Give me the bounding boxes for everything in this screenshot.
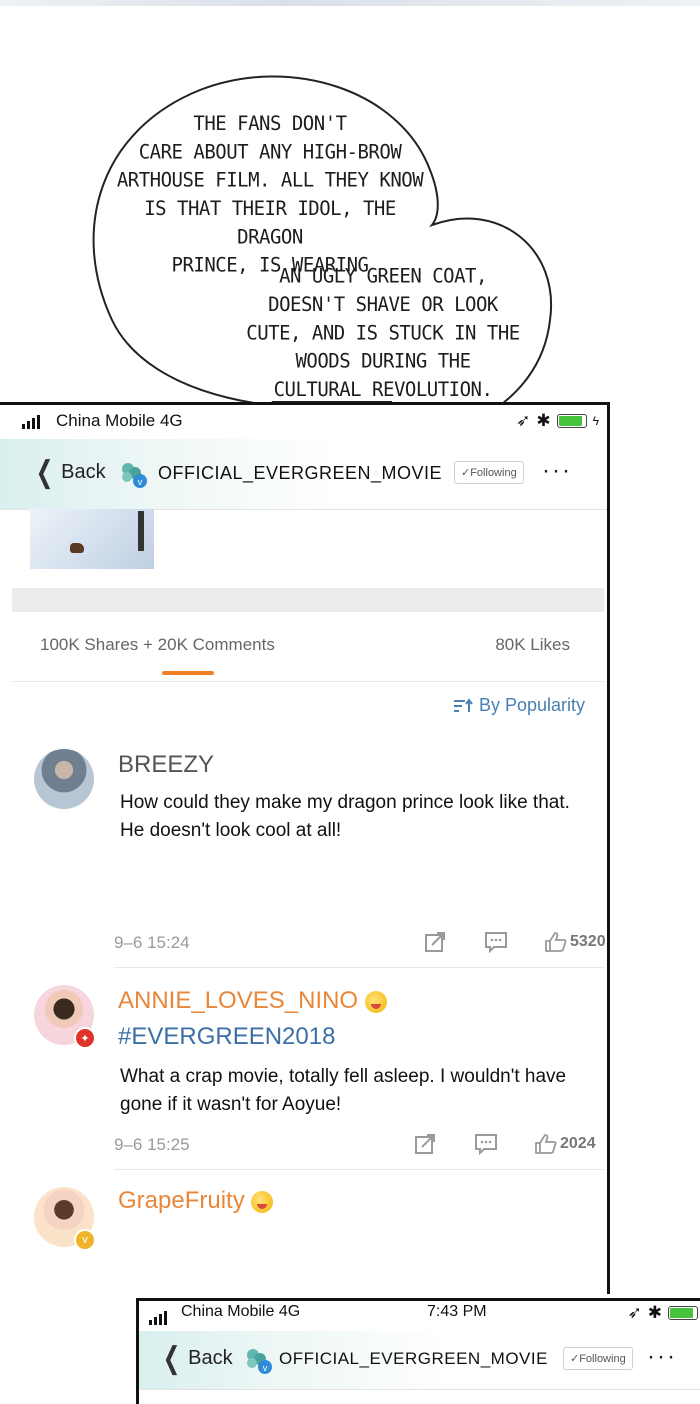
back-label: Back: [61, 461, 106, 483]
thumbs-up-icon: [535, 1134, 557, 1154]
account-logo-icon: v: [122, 463, 147, 488]
like-button[interactable]: 2024: [534, 1133, 596, 1155]
carrier-label: China Mobile 4G: [56, 411, 183, 430]
carrier-label: China Mobile 4G: [181, 1303, 301, 1320]
emoji-icon: [251, 1190, 274, 1213]
account-name[interactable]: OFFICIAL_EVERGREEN_MOVIE: [158, 463, 442, 484]
like-button[interactable]: 5320: [544, 931, 606, 953]
comment-username[interactable]: BREEZY: [118, 751, 214, 779]
svg-text:v: v: [263, 1363, 268, 1373]
comment-text: How could they make my dragon prince loo…: [120, 792, 570, 841]
account-logo-icon: v: [247, 1349, 272, 1374]
clock: 7:43 PM: [427, 1303, 487, 1320]
chevron-left-icon: ❮: [162, 1341, 181, 1375]
divider: [12, 681, 604, 682]
location-arrow-icon: ➶: [627, 1303, 642, 1322]
comment-username-text: GrapeFruity: [118, 1187, 245, 1214]
bubble-text-part-1: THE FANS DON'T CARE ABOUT ANY HIGH-BROW …: [116, 112, 424, 277]
like-count: 5320: [570, 933, 606, 950]
tree-figure: [138, 511, 144, 551]
back-label: Back: [188, 1347, 233, 1369]
likes-tab[interactable]: 80K Likes: [495, 635, 570, 655]
bluetooth-icon: ✱: [647, 1303, 662, 1322]
emoji-icon: [364, 990, 387, 1013]
post-image-thumbnail[interactable]: [30, 509, 154, 569]
active-tab-indicator: [162, 671, 214, 675]
share-icon[interactable]: [424, 931, 446, 953]
comment-username-text: ANNIE_LOVES_NINO: [118, 987, 359, 1014]
shares-comments-tab[interactable]: 100K Shares + 20K Comments: [40, 635, 275, 655]
share-icon[interactable]: [414, 1133, 436, 1155]
comment-time: 9–6 15:24: [114, 933, 190, 952]
more-menu-button[interactable]: ···: [542, 457, 572, 485]
account-name[interactable]: OFFICIAL_EVERGREEN_MOVIE: [279, 1349, 548, 1369]
thumbs-up-icon: [545, 932, 567, 952]
verified-badge-icon: v: [74, 1229, 96, 1251]
bear-figure: [70, 543, 84, 553]
hashtag-link[interactable]: #EVERGREEN2018: [118, 1023, 335, 1051]
nav-bar: ❮ Back v OFFICIAL_EVERGREEN_MOVIE ✓Follo…: [0, 439, 607, 510]
signal-icon: [149, 1311, 167, 1325]
signal-icon: [22, 415, 40, 429]
following-button[interactable]: ✓Following: [454, 461, 524, 484]
battery-icon: [668, 1306, 698, 1320]
status-bar: China Mobile 4G ➶ ✱ ϟ: [0, 405, 607, 439]
bubble-text-part-2: AN UGLY GREEN COAT, DOESN'T SHAVE OR LOO…: [246, 264, 520, 402]
comment-time: 9–6 15:25: [114, 1135, 190, 1154]
vip-badge-icon: ✦: [74, 1027, 96, 1049]
divider: [114, 1169, 604, 1170]
avatar[interactable]: [34, 749, 94, 809]
nav-bar: ❮ Back v OFFICIAL_EVERGREEN_MOVIE ✓Follo…: [139, 1331, 700, 1390]
comment-username[interactable]: GrapeFruity: [118, 1187, 274, 1215]
comment-icon[interactable]: [484, 931, 508, 953]
bluetooth-icon: ✱: [536, 411, 551, 430]
following-button[interactable]: ✓Following: [563, 1347, 633, 1370]
status-bar: China Mobile 4G 7:43 PM ➶ ✱: [139, 1301, 700, 1335]
section-separator: [12, 588, 604, 612]
charging-icon: ϟ: [592, 414, 599, 428]
chevron-left-icon: ❮: [35, 455, 54, 489]
sort-by-popularity-button[interactable]: By Popularity: [453, 695, 585, 716]
sort-label: By Popularity: [478, 695, 585, 715]
divider: [114, 967, 604, 968]
status-icons: ➶ ✱: [627, 1303, 698, 1323]
back-button[interactable]: ❮ Back: [159, 1341, 233, 1375]
stats-row: 100K Shares + 20K Comments 80K Likes: [12, 635, 604, 685]
phone-screen-main: China Mobile 4G ➶ ✱ ϟ ❮ Back v OFFICIAL_…: [0, 402, 610, 1294]
comment-icon[interactable]: [474, 1133, 498, 1155]
comment-username[interactable]: ANNIE_LOVES_NINO: [118, 987, 387, 1015]
back-button[interactable]: ❮ Back: [32, 455, 106, 489]
svg-text:v: v: [138, 477, 143, 487]
comment-text: What a crap movie, totally fell asleep. …: [120, 1066, 567, 1115]
phone-screen-secondary: China Mobile 4G 7:43 PM ➶ ✱ ❮ Back v OFF…: [136, 1298, 700, 1404]
sort-icon: [453, 697, 473, 712]
battery-icon: [556, 414, 587, 428]
status-icons: ➶ ✱ ϟ: [516, 411, 599, 431]
more-menu-button[interactable]: ···: [647, 1343, 677, 1371]
location-arrow-icon: ➶: [516, 411, 531, 430]
like-count: 2024: [560, 1135, 596, 1152]
